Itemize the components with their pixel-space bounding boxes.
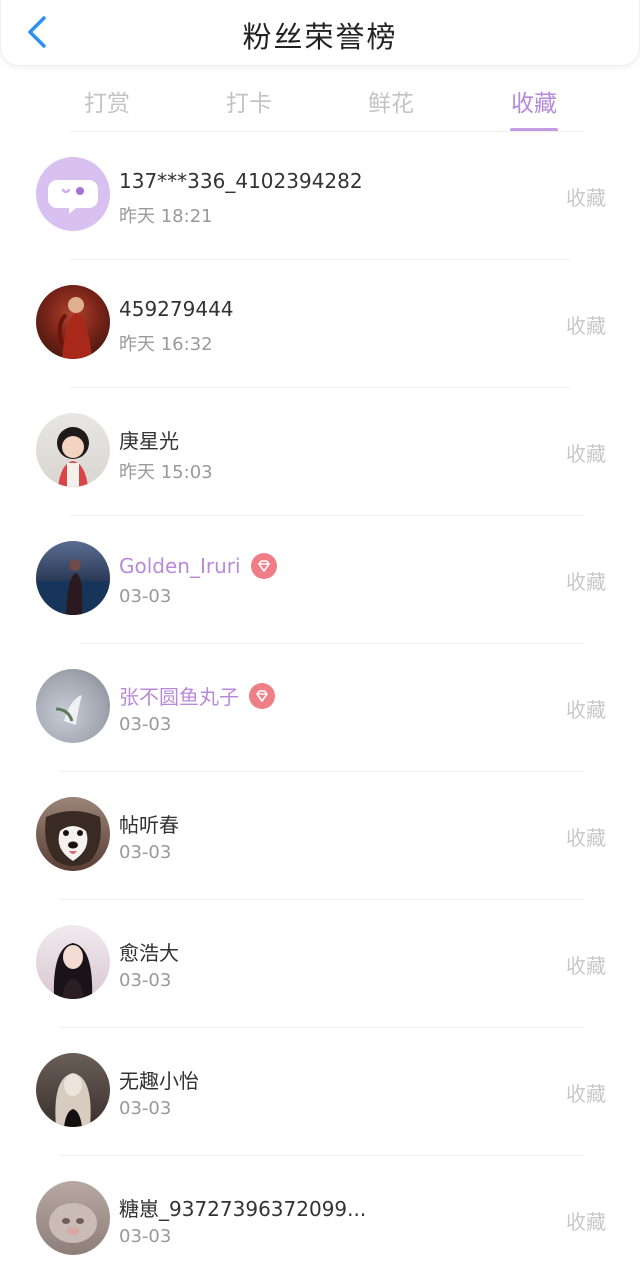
avatar-photo [57,427,89,487]
list-item[interactable]: 无趣小怡 03-03 收藏 [0,1027,640,1155]
avatar-photo [55,695,82,725]
avatar-photo [57,297,92,359]
user-name: 无趣小怡 [119,1065,199,1094]
user-name-text: 庚星光 [119,429,179,453]
favorite-label: 收藏 [566,826,606,850]
list-item[interactable]: 帖听春 03-03 收藏 [0,771,640,899]
user-name: 137***336_4102394282 [119,169,363,193]
fan-list: 137***336_4102394282 昨天 18:21 收藏 4592794… [0,131,640,1268]
user-name-text: 帖听春 [119,813,179,837]
timestamp: 昨天 15:03 [119,462,213,483]
page-title: 粉丝荣誉榜 [242,20,398,54]
favorite-label: 收藏 [566,570,606,594]
user-name: 张不圆鱼丸子 [119,681,275,710]
user-name: Golden_Iruri [119,553,277,579]
divider [60,899,585,900]
avatar-photo [36,559,110,615]
tab-label: 打卡 [226,91,272,117]
user-name: 帖听春 [119,809,179,838]
tab-label: 收藏 [511,91,557,117]
favorite-label: 收藏 [566,186,606,210]
tab-favorites[interactable]: 收藏 [484,84,584,132]
timestamp: 昨天 16:32 [119,334,213,355]
list-item[interactable]: 张不圆鱼丸子 03-03 收藏 [0,643,640,771]
list-item[interactable]: 137***336_4102394282 昨天 18:21 收藏 [0,131,640,259]
user-name-text: 张不圆鱼丸子 [119,685,239,709]
favorite-label: 收藏 [566,1210,606,1234]
user-name-text: 愈浩大 [119,941,179,965]
divider [60,1027,585,1028]
avatar[interactable] [36,797,110,871]
divider [60,1155,585,1156]
chat-bubble-icon [48,180,98,214]
user-name-text: 无趣小怡 [119,1069,199,1093]
divider [70,515,585,516]
avatar[interactable] [36,669,110,743]
avatar[interactable] [36,1053,110,1127]
avatar[interactable] [36,413,110,487]
favorite-label: 收藏 [566,1082,606,1106]
user-name-text: 137***336_4102394282 [119,169,363,193]
timestamp: 03-03 [119,1098,172,1119]
divider [60,771,585,772]
timestamp: 03-03 [119,842,172,863]
avatar-photo [55,1073,91,1127]
avatar[interactable] [36,925,110,999]
top-bar: 粉丝荣誉榜 [0,0,640,66]
list-item[interactable]: 459279444 昨天 16:32 收藏 [0,259,640,387]
divider [70,131,585,132]
avatar-photo [45,811,101,866]
diamond-icon [249,682,275,709]
divider [70,259,570,260]
tab-checkin[interactable]: 打卡 [199,84,299,118]
tab-label: 鲜花 [368,91,414,117]
user-name-text: 459279444 [119,297,234,321]
diamond-icon [250,553,277,579]
tab-bar: 打赏 打卡 鲜花 收藏 [0,84,640,136]
favorite-label: 收藏 [566,314,606,338]
list-item[interactable]: 庚星光 昨天 15:03 收藏 [0,387,640,515]
user-name: 愈浩大 [119,937,179,966]
avatar[interactable] [36,157,110,231]
favorite-label: 收藏 [566,442,606,466]
list-item[interactable]: Golden_Iruri 03-03 收藏 [0,515,640,643]
user-name: 庚星光 [119,425,179,454]
tab-flowers[interactable]: 鲜花 [341,84,441,118]
user-name: 糖崽_93727396372099... [119,1193,366,1222]
divider [80,643,585,644]
timestamp: 03-03 [119,970,172,991]
tab-label: 打赏 [84,91,130,117]
user-name-text: 糖崽_93727396372099... [119,1197,367,1221]
avatar[interactable] [36,541,110,615]
list-item[interactable]: 糖崽_93727396372099... 03-03 收藏 [0,1155,640,1268]
avatar[interactable] [36,285,110,359]
timestamp: 昨天 18:21 [119,206,213,227]
timestamp: 03-03 [119,714,172,735]
list-item[interactable]: 愈浩大 03-03 收藏 [0,899,640,1027]
timestamp: 03-03 [119,586,172,607]
avatar[interactable] [36,1181,110,1255]
avatar-photo [49,1203,97,1243]
timestamp: 03-03 [119,1226,172,1247]
user-name: 459279444 [119,297,234,321]
app-screen: 粉丝荣誉榜 打赏 打卡 鲜花 收藏 137***336_4102394282 昨… [0,0,640,1268]
avatar-photo [53,943,93,999]
favorite-label: 收藏 [566,954,606,978]
user-name-text: Golden_Iruri [119,554,241,578]
favorite-label: 收藏 [566,698,606,722]
tab-tip[interactable]: 打赏 [57,84,157,118]
divider [70,387,570,388]
